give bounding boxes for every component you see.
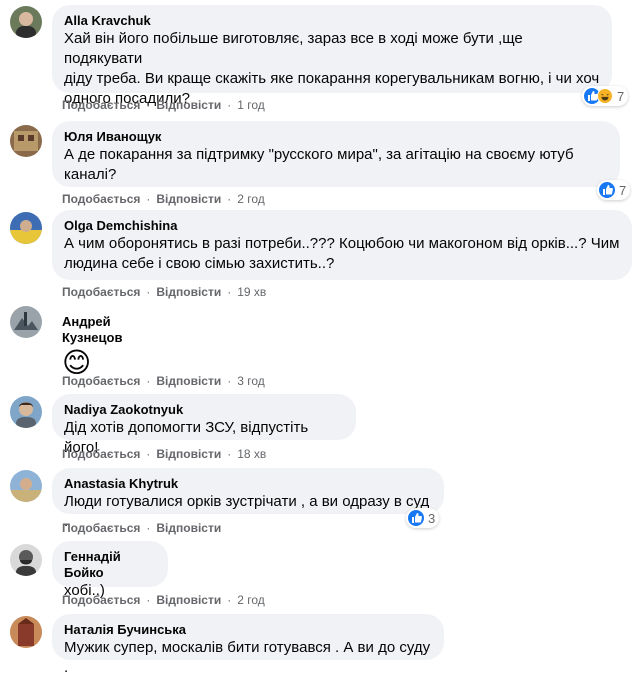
- comment-bubble: Юля Иванощук А де покарання за підтримку…: [52, 121, 620, 187]
- comment-bubble: Nadiya Zaokotnyuk Дід хотів допомогти ЗС…: [52, 394, 356, 456]
- like-button[interactable]: Подобається: [62, 520, 140, 536]
- comment-actions: Подобається · Відповісти · 2 год: [62, 191, 265, 207]
- reaction-count: 3: [428, 510, 436, 526]
- haha-icon: [597, 88, 613, 104]
- like-button[interactable]: Подобається: [62, 191, 140, 207]
- reactions-badge[interactable]: 3: [406, 508, 440, 528]
- comment-actions: Подобається · Відповісти · 3 год: [62, 373, 265, 389]
- avatar[interactable]: [10, 616, 42, 648]
- comment-author[interactable]: Olga Demchishina: [64, 218, 620, 234]
- comment-bubble: Anastasia Khytruk Люди готувалися орків …: [52, 468, 444, 530]
- comment-author[interactable]: Андрей Кузнецов: [62, 314, 166, 346]
- like-icon: [408, 510, 424, 526]
- reaction-count: 7: [617, 88, 625, 104]
- comment-bubble: Наталія Бучинська Мужик супер, москалів …: [52, 614, 444, 676]
- avatar[interactable]: [10, 306, 42, 338]
- comment-time[interactable]: 3 год: [237, 373, 265, 389]
- reply-button[interactable]: Відповісти: [156, 373, 221, 389]
- comment-author[interactable]: Nadiya Zaokotnyuk: [64, 402, 344, 418]
- comment-bubble: Alla Kravchuk Хай він його побільше виго…: [52, 5, 612, 107]
- avatar[interactable]: [10, 396, 42, 428]
- like-button[interactable]: Подобається: [62, 592, 140, 608]
- comment-actions: Подобається · Відповісти · 1 год: [62, 97, 265, 113]
- comment-author[interactable]: Юля Иванощук: [64, 129, 608, 145]
- comment-text: А де покарання за підтримку "русского ми…: [64, 146, 574, 163]
- avatar[interactable]: [10, 125, 42, 157]
- comment-text: діду треба. Ви краще скажіть яке покаран…: [64, 70, 600, 87]
- comment-bubble: Геннадій Бойко хобі..): [52, 541, 168, 599]
- avatar[interactable]: [10, 544, 42, 576]
- avatar[interactable]: [10, 470, 42, 502]
- comment-actions: Подобається · Відповісти · 18 хв: [62, 446, 267, 462]
- comment-author[interactable]: Геннадій Бойко: [64, 549, 156, 581]
- reactions-badge[interactable]: 7: [597, 180, 631, 200]
- reply-button[interactable]: Відповісти: [156, 592, 221, 608]
- reply-button[interactable]: Відповісти: [156, 97, 221, 113]
- comment-text: А чим оборонятись в разі потреби..??? Ко…: [64, 235, 620, 252]
- comment-text: каналі?: [64, 166, 117, 183]
- like-button[interactable]: Подобається: [62, 373, 140, 389]
- comment-bubble: Андрей Кузнецов 😊: [52, 306, 178, 378]
- reply-button[interactable]: Відповісти: [156, 191, 221, 207]
- comment-text: людина себе і свою сімью захистить..?: [64, 255, 335, 272]
- comment-bubble: Olga Demchishina А чим оборонятись в раз…: [52, 210, 632, 280]
- avatar[interactable]: [10, 212, 42, 244]
- comment-author[interactable]: Alla Kravchuk: [64, 13, 600, 29]
- comment-text: Мужик супер, москалів бити готувався . А…: [64, 639, 431, 676]
- comment-time[interactable]: 19 хв: [237, 284, 266, 300]
- comment-text: Хай він його побільше виготовляє, зараз …: [64, 30, 523, 67]
- comment-actions: Подобається · Відповісти: [62, 520, 222, 536]
- reply-button[interactable]: Відповісти: [156, 284, 221, 300]
- like-icon: [599, 182, 615, 198]
- comment-actions: Подобається · Відповісти · 19 хв: [62, 284, 267, 300]
- reactions-badge[interactable]: 7: [582, 86, 629, 106]
- like-button[interactable]: Подобається: [62, 284, 140, 300]
- reaction-count: 7: [619, 182, 627, 198]
- comment-actions: Подобається · Відповісти · 2 год: [62, 592, 265, 608]
- like-button[interactable]: Подобається: [62, 97, 140, 113]
- comment-time[interactable]: 2 год: [237, 191, 265, 207]
- comment-time[interactable]: 2 год: [237, 592, 265, 608]
- reply-button[interactable]: Відповісти: [156, 446, 221, 462]
- comment-time[interactable]: 1 год: [237, 97, 265, 113]
- reply-button[interactable]: Відповісти: [156, 520, 221, 536]
- avatar[interactable]: [10, 6, 42, 38]
- like-button[interactable]: Подобається: [62, 446, 140, 462]
- comment-author[interactable]: Anastasia Khytruk: [64, 476, 432, 492]
- comment-author[interactable]: Наталія Бучинська: [64, 622, 432, 638]
- comment-time[interactable]: 18 хв: [237, 446, 266, 462]
